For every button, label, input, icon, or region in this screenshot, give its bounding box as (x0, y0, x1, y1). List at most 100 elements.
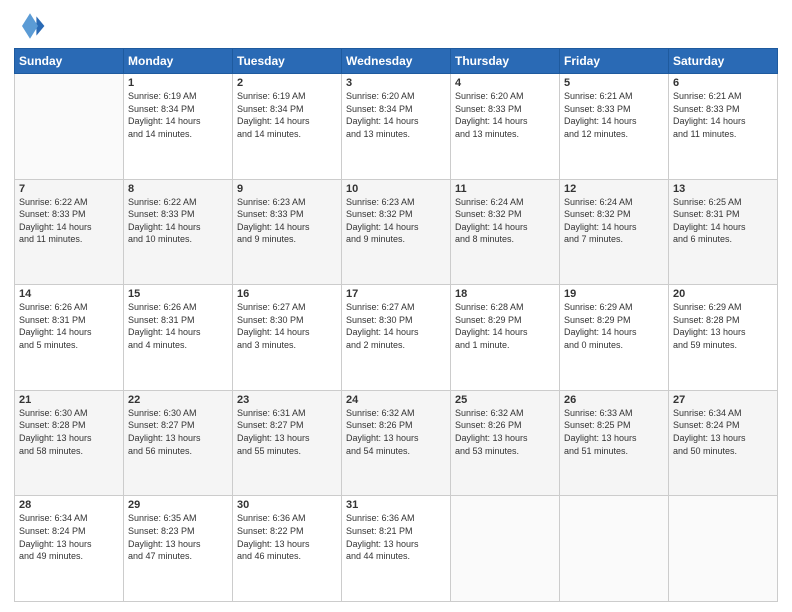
day-number: 24 (346, 394, 446, 406)
day-number: 7 (19, 183, 119, 195)
calendar-cell: 22Sunrise: 6:30 AM Sunset: 8:27 PM Dayli… (124, 390, 233, 496)
calendar-cell: 3Sunrise: 6:20 AM Sunset: 8:34 PM Daylig… (342, 74, 451, 180)
day-number: 8 (128, 183, 228, 195)
day-info: Sunrise: 6:36 AM Sunset: 8:21 PM Dayligh… (346, 512, 446, 562)
week-row-5: 28Sunrise: 6:34 AM Sunset: 8:24 PM Dayli… (15, 496, 778, 602)
header-day-sunday: Sunday (15, 49, 124, 74)
calendar-cell: 9Sunrise: 6:23 AM Sunset: 8:33 PM Daylig… (233, 179, 342, 285)
day-info: Sunrise: 6:33 AM Sunset: 8:25 PM Dayligh… (564, 407, 664, 457)
day-number: 16 (237, 288, 337, 300)
day-info: Sunrise: 6:35 AM Sunset: 8:23 PM Dayligh… (128, 512, 228, 562)
week-row-2: 7Sunrise: 6:22 AM Sunset: 8:33 PM Daylig… (15, 179, 778, 285)
week-row-3: 14Sunrise: 6:26 AM Sunset: 8:31 PM Dayli… (15, 285, 778, 391)
day-info: Sunrise: 6:36 AM Sunset: 8:22 PM Dayligh… (237, 512, 337, 562)
calendar-cell: 29Sunrise: 6:35 AM Sunset: 8:23 PM Dayli… (124, 496, 233, 602)
day-number: 19 (564, 288, 664, 300)
calendar-cell: 26Sunrise: 6:33 AM Sunset: 8:25 PM Dayli… (560, 390, 669, 496)
calendar-header: SundayMondayTuesdayWednesdayThursdayFrid… (15, 49, 778, 74)
header-row: SundayMondayTuesdayWednesdayThursdayFrid… (15, 49, 778, 74)
day-info: Sunrise: 6:26 AM Sunset: 8:31 PM Dayligh… (128, 301, 228, 351)
logo-icon (14, 10, 46, 42)
day-number: 25 (455, 394, 555, 406)
day-number: 11 (455, 183, 555, 195)
day-number: 30 (237, 499, 337, 511)
day-number: 10 (346, 183, 446, 195)
day-number: 3 (346, 77, 446, 89)
calendar-cell: 20Sunrise: 6:29 AM Sunset: 8:28 PM Dayli… (669, 285, 778, 391)
day-info: Sunrise: 6:29 AM Sunset: 8:29 PM Dayligh… (564, 301, 664, 351)
header-day-saturday: Saturday (669, 49, 778, 74)
day-number: 4 (455, 77, 555, 89)
day-info: Sunrise: 6:19 AM Sunset: 8:34 PM Dayligh… (237, 90, 337, 140)
header-day-monday: Monday (124, 49, 233, 74)
calendar-cell: 19Sunrise: 6:29 AM Sunset: 8:29 PM Dayli… (560, 285, 669, 391)
header-day-tuesday: Tuesday (233, 49, 342, 74)
calendar-cell: 15Sunrise: 6:26 AM Sunset: 8:31 PM Dayli… (124, 285, 233, 391)
calendar-cell: 31Sunrise: 6:36 AM Sunset: 8:21 PM Dayli… (342, 496, 451, 602)
calendar-cell: 10Sunrise: 6:23 AM Sunset: 8:32 PM Dayli… (342, 179, 451, 285)
day-number: 21 (19, 394, 119, 406)
calendar-cell (15, 74, 124, 180)
day-info: Sunrise: 6:21 AM Sunset: 8:33 PM Dayligh… (673, 90, 773, 140)
calendar-cell: 14Sunrise: 6:26 AM Sunset: 8:31 PM Dayli… (15, 285, 124, 391)
day-info: Sunrise: 6:20 AM Sunset: 8:34 PM Dayligh… (346, 90, 446, 140)
day-info: Sunrise: 6:24 AM Sunset: 8:32 PM Dayligh… (564, 196, 664, 246)
calendar-cell: 27Sunrise: 6:34 AM Sunset: 8:24 PM Dayli… (669, 390, 778, 496)
calendar-cell: 2Sunrise: 6:19 AM Sunset: 8:34 PM Daylig… (233, 74, 342, 180)
day-info: Sunrise: 6:26 AM Sunset: 8:31 PM Dayligh… (19, 301, 119, 351)
day-number: 6 (673, 77, 773, 89)
calendar-cell: 21Sunrise: 6:30 AM Sunset: 8:28 PM Dayli… (15, 390, 124, 496)
day-number: 18 (455, 288, 555, 300)
day-number: 28 (19, 499, 119, 511)
day-number: 2 (237, 77, 337, 89)
calendar-cell: 12Sunrise: 6:24 AM Sunset: 8:32 PM Dayli… (560, 179, 669, 285)
day-info: Sunrise: 6:22 AM Sunset: 8:33 PM Dayligh… (128, 196, 228, 246)
day-number: 12 (564, 183, 664, 195)
day-info: Sunrise: 6:19 AM Sunset: 8:34 PM Dayligh… (128, 90, 228, 140)
week-row-4: 21Sunrise: 6:30 AM Sunset: 8:28 PM Dayli… (15, 390, 778, 496)
calendar-cell: 6Sunrise: 6:21 AM Sunset: 8:33 PM Daylig… (669, 74, 778, 180)
day-info: Sunrise: 6:22 AM Sunset: 8:33 PM Dayligh… (19, 196, 119, 246)
header-day-wednesday: Wednesday (342, 49, 451, 74)
day-number: 13 (673, 183, 773, 195)
calendar-cell (451, 496, 560, 602)
day-info: Sunrise: 6:28 AM Sunset: 8:29 PM Dayligh… (455, 301, 555, 351)
calendar-cell: 30Sunrise: 6:36 AM Sunset: 8:22 PM Dayli… (233, 496, 342, 602)
calendar-cell: 24Sunrise: 6:32 AM Sunset: 8:26 PM Dayli… (342, 390, 451, 496)
calendar-cell: 1Sunrise: 6:19 AM Sunset: 8:34 PM Daylig… (124, 74, 233, 180)
day-number: 5 (564, 77, 664, 89)
day-number: 27 (673, 394, 773, 406)
calendar-cell: 5Sunrise: 6:21 AM Sunset: 8:33 PM Daylig… (560, 74, 669, 180)
day-info: Sunrise: 6:20 AM Sunset: 8:33 PM Dayligh… (455, 90, 555, 140)
day-info: Sunrise: 6:32 AM Sunset: 8:26 PM Dayligh… (455, 407, 555, 457)
day-info: Sunrise: 6:21 AM Sunset: 8:33 PM Dayligh… (564, 90, 664, 140)
day-number: 14 (19, 288, 119, 300)
day-number: 29 (128, 499, 228, 511)
day-number: 26 (564, 394, 664, 406)
calendar-cell: 8Sunrise: 6:22 AM Sunset: 8:33 PM Daylig… (124, 179, 233, 285)
calendar-cell: 4Sunrise: 6:20 AM Sunset: 8:33 PM Daylig… (451, 74, 560, 180)
week-row-1: 1Sunrise: 6:19 AM Sunset: 8:34 PM Daylig… (15, 74, 778, 180)
day-number: 1 (128, 77, 228, 89)
calendar-cell: 23Sunrise: 6:31 AM Sunset: 8:27 PM Dayli… (233, 390, 342, 496)
calendar-cell: 7Sunrise: 6:22 AM Sunset: 8:33 PM Daylig… (15, 179, 124, 285)
header (14, 10, 778, 42)
header-day-thursday: Thursday (451, 49, 560, 74)
day-number: 23 (237, 394, 337, 406)
calendar-cell: 18Sunrise: 6:28 AM Sunset: 8:29 PM Dayli… (451, 285, 560, 391)
calendar-cell: 17Sunrise: 6:27 AM Sunset: 8:30 PM Dayli… (342, 285, 451, 391)
day-info: Sunrise: 6:34 AM Sunset: 8:24 PM Dayligh… (19, 512, 119, 562)
day-info: Sunrise: 6:30 AM Sunset: 8:27 PM Dayligh… (128, 407, 228, 457)
day-number: 17 (346, 288, 446, 300)
calendar-cell: 25Sunrise: 6:32 AM Sunset: 8:26 PM Dayli… (451, 390, 560, 496)
day-number: 31 (346, 499, 446, 511)
calendar-cell (560, 496, 669, 602)
calendar-body: 1Sunrise: 6:19 AM Sunset: 8:34 PM Daylig… (15, 74, 778, 602)
calendar-table: SundayMondayTuesdayWednesdayThursdayFrid… (14, 48, 778, 602)
day-info: Sunrise: 6:27 AM Sunset: 8:30 PM Dayligh… (237, 301, 337, 351)
day-number: 20 (673, 288, 773, 300)
day-number: 22 (128, 394, 228, 406)
logo (14, 10, 50, 42)
calendar-cell: 13Sunrise: 6:25 AM Sunset: 8:31 PM Dayli… (669, 179, 778, 285)
day-number: 15 (128, 288, 228, 300)
